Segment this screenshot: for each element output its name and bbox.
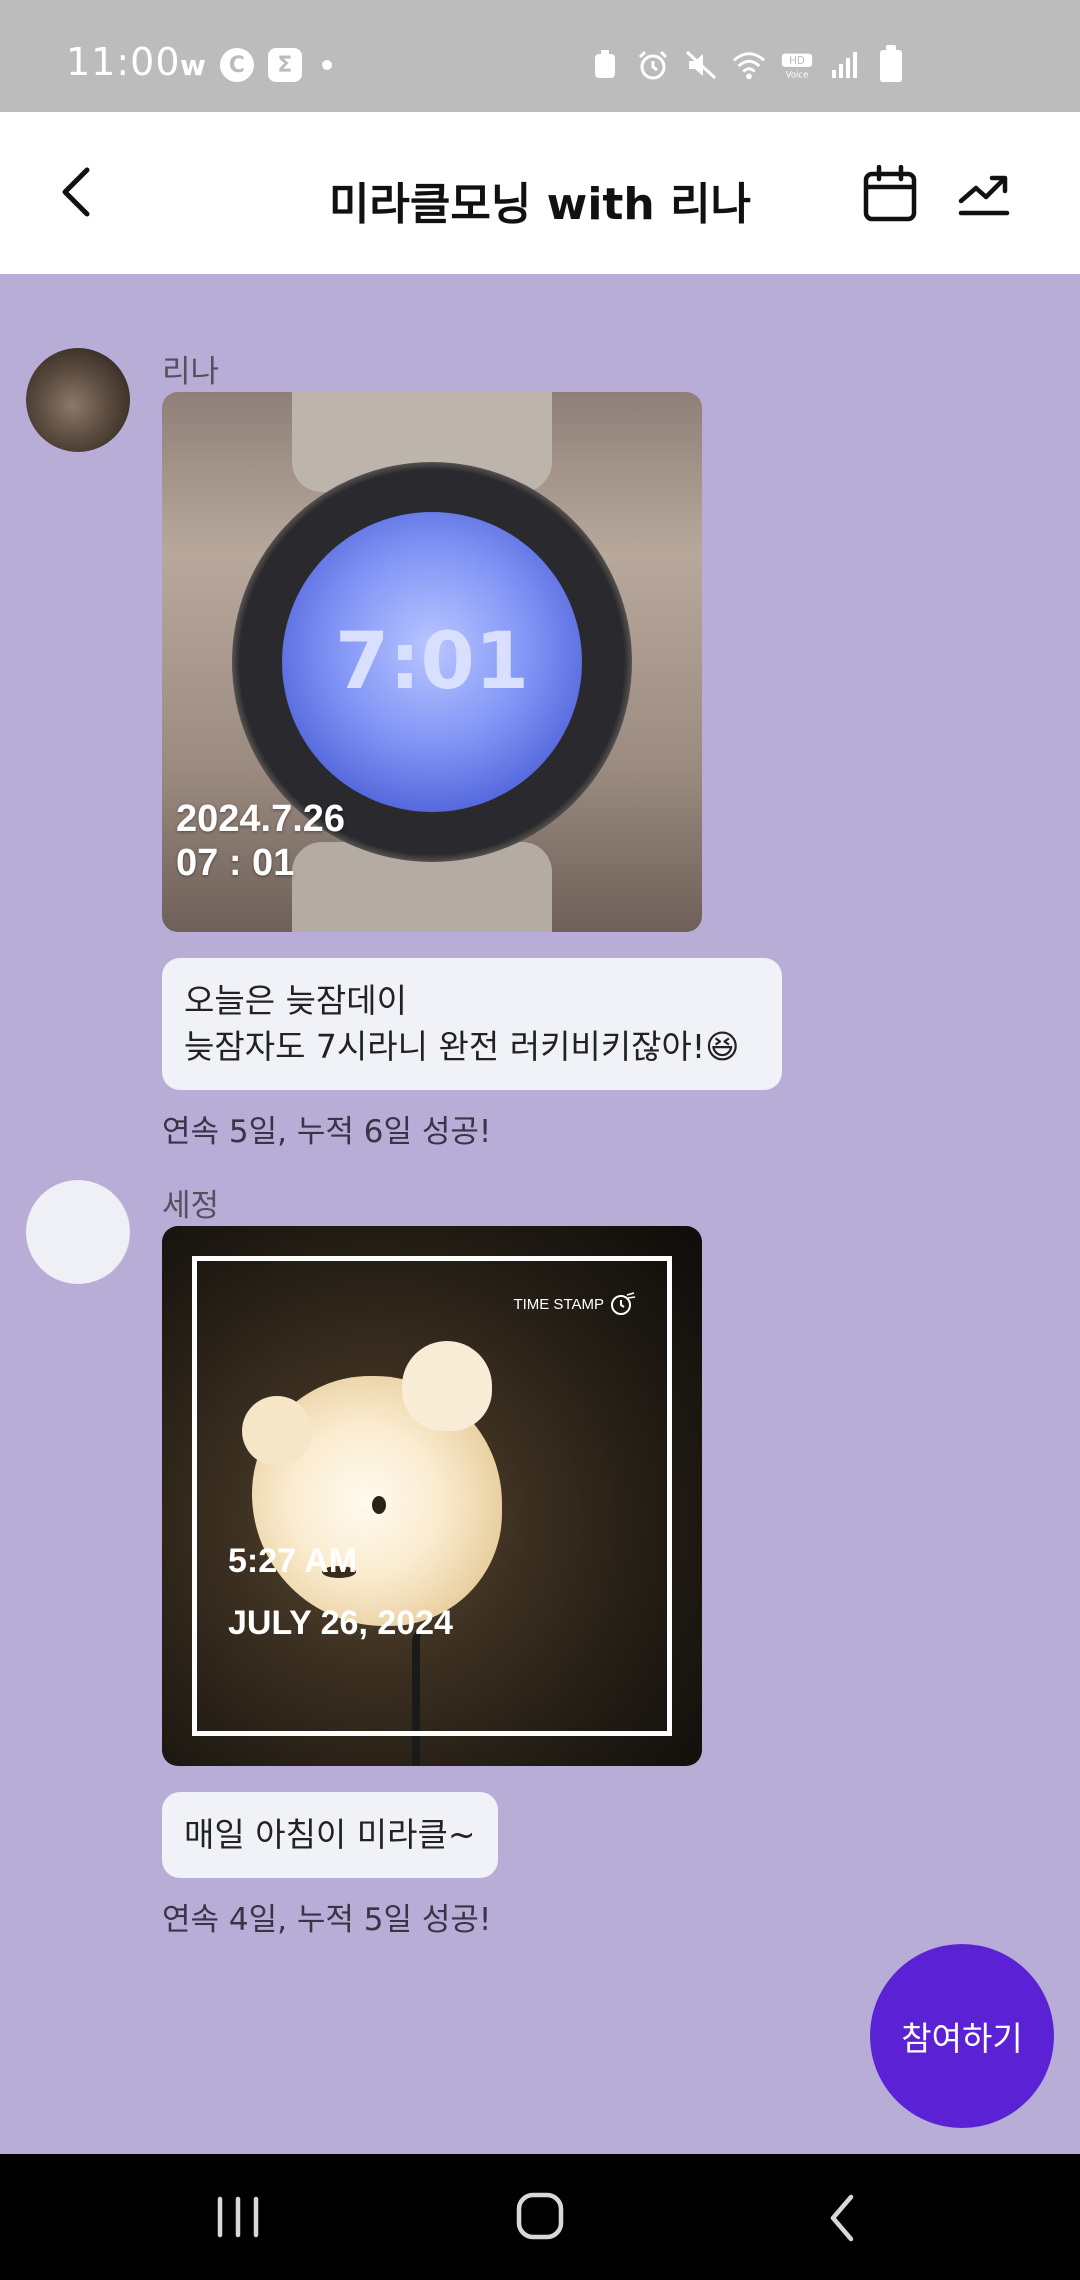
- trend-up-icon: [958, 175, 1010, 216]
- streak-text: 연속 5일, 누적 6일 성공!: [162, 1114, 492, 1150]
- calendar-icon: [863, 165, 917, 222]
- navigation-bar: [0, 2154, 1080, 2280]
- status-time: 11:00: [66, 40, 181, 84]
- stats-button[interactable]: [950, 160, 1018, 228]
- recent-apps-button[interactable]: [208, 2192, 268, 2242]
- signal-icon: [828, 50, 862, 80]
- photo-stamp-date: 2024.7.26: [176, 798, 346, 840]
- streak-text: 연속 4일, 누적 5일 성공!: [162, 1902, 492, 1938]
- dot-icon: [321, 60, 332, 70]
- status-left-icons: w C Σ: [180, 48, 332, 82]
- chevron-left-icon: [830, 2194, 854, 2242]
- home-icon: [516, 2192, 564, 2240]
- alarm-icon: [636, 50, 670, 80]
- watch-time: 7:01: [334, 617, 529, 707]
- message-photo[interactable]: TIME STAMP 5:27 AM JULY 26, 2024: [162, 1226, 702, 1766]
- message-text-line: 늦잠자도 7시라니 완전 러키비키잖아!😆: [184, 1027, 740, 1066]
- app-header: 미라클모닝 with 리나: [0, 112, 1080, 274]
- wifi-icon: [732, 50, 766, 80]
- avatar[interactable]: [26, 348, 130, 452]
- c-circle-icon: C: [219, 48, 254, 82]
- status-bar: 11:00 w C Σ HD Voice: [0, 0, 1080, 112]
- time-stamp-text: TIME STAMP: [513, 1295, 604, 1313]
- battery-icon: [880, 45, 902, 82]
- message-photo[interactable]: 7:01 2024.7.26 07 : 01: [162, 392, 702, 932]
- author-name: 세정: [162, 1188, 220, 1224]
- message-bubble: 매일 아침이 미라클~: [162, 1792, 498, 1878]
- message-bubble: 오늘은 늦잠데이 늦잠자도 7시라니 완전 러키비키잖아!😆: [162, 958, 782, 1090]
- avatar[interactable]: [26, 1180, 130, 1284]
- mute-icon: [684, 50, 718, 80]
- time-stamp-label: TIME STAMP: [513, 1292, 636, 1316]
- author-name: 리나: [162, 354, 220, 390]
- svg-text:Voice: Voice: [786, 70, 809, 80]
- nav-back-button[interactable]: [812, 2188, 872, 2248]
- clock-icon: [611, 1292, 636, 1315]
- w-icon: w: [180, 48, 206, 82]
- home-button[interactable]: [510, 2186, 570, 2246]
- photo-stamp-time: 5:27 AM: [228, 1542, 358, 1580]
- message-text-line: 오늘은 늦잠데이: [184, 981, 408, 1020]
- watch-face: 7:01: [282, 512, 582, 812]
- hd-voice-icon: HD Voice: [780, 50, 814, 80]
- calendar-button[interactable]: [856, 160, 924, 228]
- photo-frame: [192, 1256, 672, 1736]
- photo-stamp-time: 07 : 01: [176, 842, 295, 884]
- join-button[interactable]: 참여하기: [870, 1944, 1054, 2128]
- status-right-icons: HD Voice: [588, 50, 862, 80]
- sigma-icon: Σ: [267, 48, 302, 82]
- recents-icon: [217, 2196, 259, 2238]
- recycle-icon: [588, 50, 622, 80]
- svg-text:HD: HD: [789, 55, 805, 67]
- photo-stamp-date: JULY 26, 2024: [228, 1604, 453, 1642]
